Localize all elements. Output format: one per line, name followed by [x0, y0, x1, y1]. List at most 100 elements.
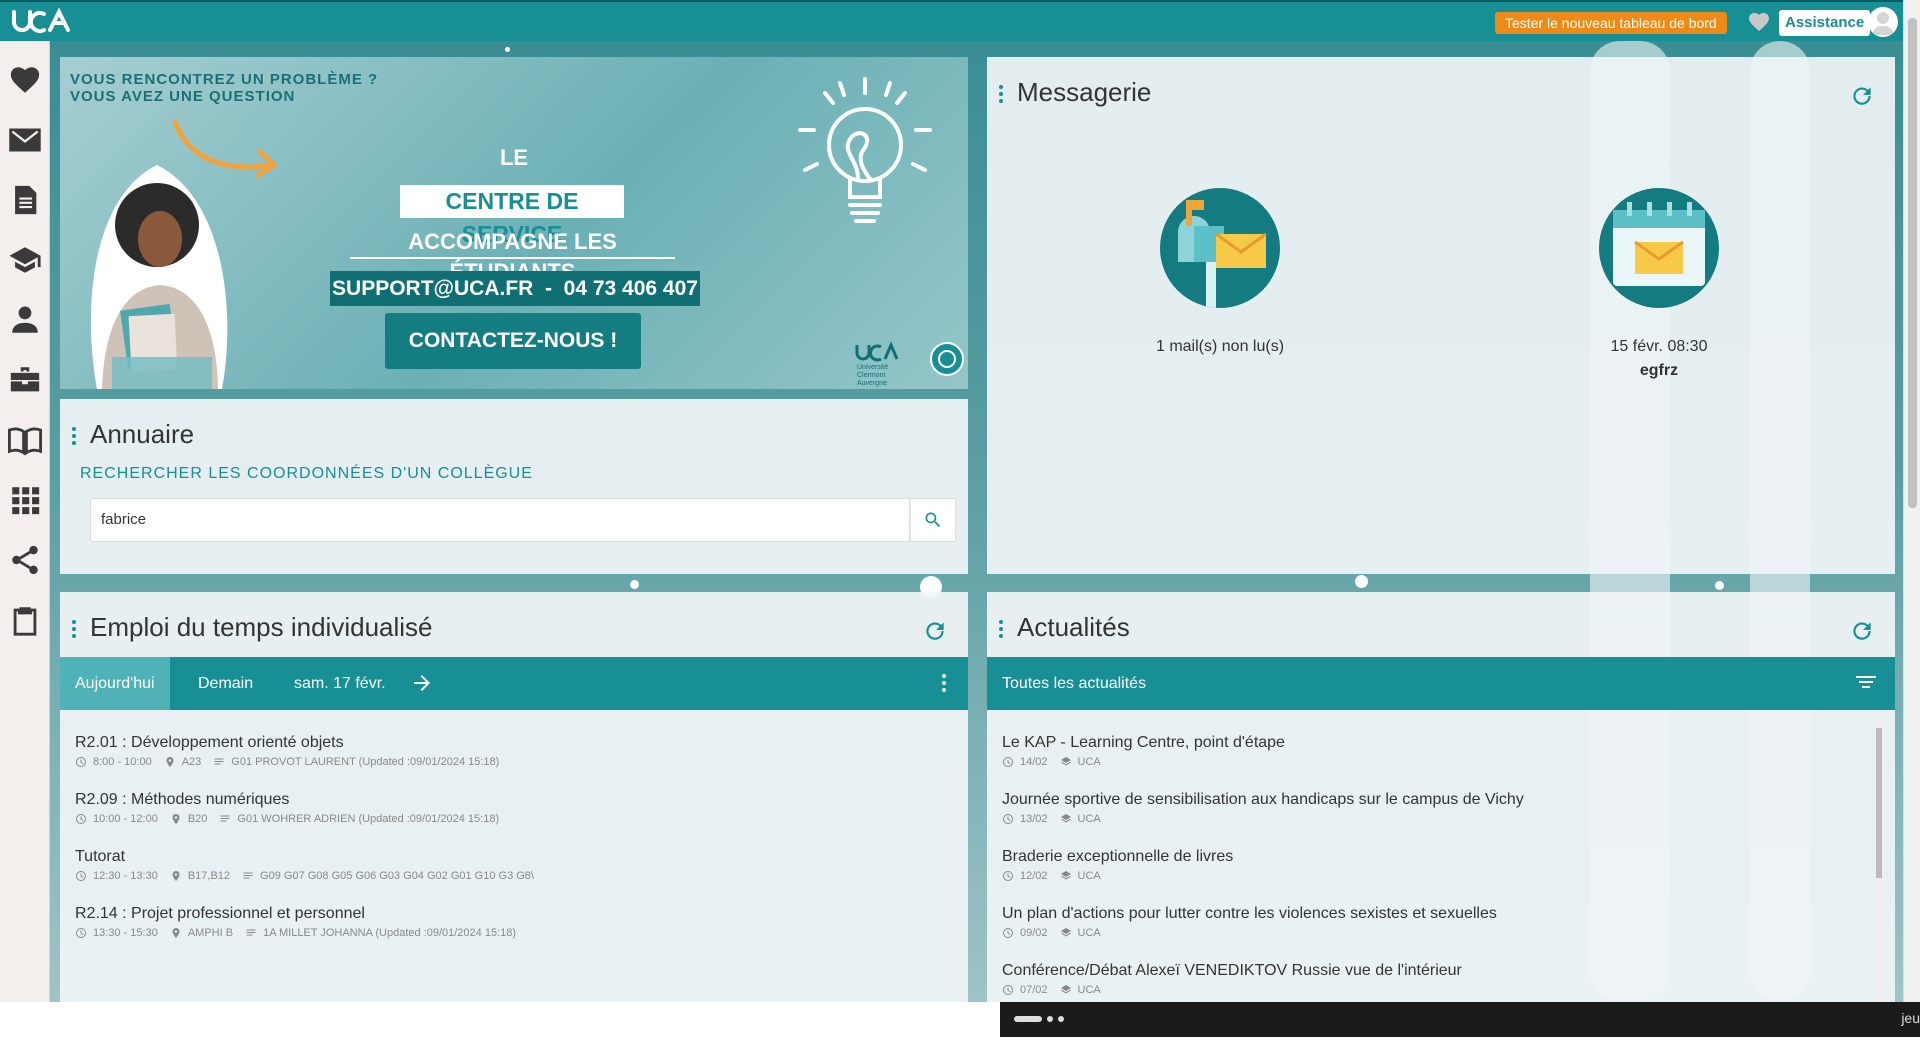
dashboard-main: VOUS RENCONTREZ UN PROBLÈME ? VOUS AVEZ …: [50, 41, 1903, 1002]
briefcase-icon[interactable]: [7, 362, 43, 398]
schedule-event[interactable]: R2.09 : Méthodes numériques 10:00 - 12:0…: [75, 791, 955, 825]
clock-icon: [75, 756, 87, 768]
lightbulb-illustration: [798, 77, 932, 223]
news-item[interactable]: Conférence/Débat Alexeï VENEDIKTOV Russi…: [1002, 962, 1882, 996]
notes-icon: [242, 870, 254, 882]
news-source: UCA: [1077, 756, 1101, 768]
schedule-event[interactable]: R2.14 : Projet professionnel et personne…: [75, 905, 955, 939]
top-bar: Tester le nouveau tableau de bord Assist…: [0, 0, 1903, 41]
news-item[interactable]: Braderie exceptionnelle de livres 12/02 …: [1002, 848, 1882, 882]
news-title: Un plan d'actions pour lutter contre les…: [1002, 905, 1497, 922]
drag-handle-icon[interactable]: [999, 620, 1005, 638]
next-event-name[interactable]: egfrz: [1529, 362, 1789, 380]
location-pin-icon: [164, 756, 176, 768]
notes-icon: [219, 813, 231, 825]
drag-handle-icon[interactable]: [999, 85, 1005, 103]
search-icon: [925, 512, 941, 528]
tab-tomorrow[interactable]: Demain: [183, 657, 268, 710]
news-source: UCA: [1077, 870, 1101, 882]
location-pin-icon: [170, 813, 182, 825]
clock-icon: [75, 813, 87, 825]
clipboard-icon[interactable]: [7, 602, 43, 638]
favorites-heart-icon[interactable]: [1746, 10, 1772, 34]
drag-handle-icon[interactable]: [72, 620, 78, 638]
event-info: 1A MILLET JOHANNA (Updated :09/01/2024 1…: [263, 927, 517, 939]
banner-support-contact: SUPPORT@UCA.FR - 04 73 406 407: [330, 271, 700, 306]
carousel-indicator[interactable]: [1014, 1016, 1074, 1024]
mail-icon[interactable]: [7, 122, 43, 158]
filter-icon[interactable]: [1855, 673, 1877, 693]
news-title: Le KAP - Learning Centre, point d'étape: [1002, 734, 1285, 751]
emploi-du-temps-panel: Emploi du temps individualisé Aujourd'hu…: [60, 592, 968, 1002]
calendar-icon[interactable]: [1599, 188, 1719, 308]
event-time: 13:30 - 15:30: [93, 927, 158, 939]
news-title: Journée sportive de sensibilisation aux …: [1002, 791, 1524, 808]
uca-footer-logos: Université Clermont Auvergne: [855, 341, 964, 387]
event-room: A23: [181, 756, 202, 768]
clock-icon: [1002, 756, 1014, 768]
user-icon[interactable]: [7, 302, 43, 338]
banner-centre-title: CENTRE DE SERVICE: [400, 185, 624, 247]
schedule-event[interactable]: R2.01 : Développement orienté objets 8:0…: [75, 734, 955, 768]
graduation-cap-icon[interactable]: [7, 242, 43, 278]
user-avatar[interactable]: [1868, 7, 1898, 37]
apps-grid-icon[interactable]: [7, 482, 43, 518]
refresh-icon[interactable]: [1849, 83, 1875, 109]
event-info: G09 G07 G08 G05 G06 G03 G04 G02 G01 G10 …: [260, 870, 534, 882]
news-item[interactable]: Journée sportive de sensibilisation aux …: [1002, 791, 1882, 825]
try-new-dashboard-button[interactable]: Tester le nouveau tableau de bord: [1495, 12, 1727, 34]
snowflake: [630, 580, 639, 589]
carousel-text: jeu: [1901, 1010, 1920, 1026]
clock-icon: [75, 870, 87, 882]
refresh-icon[interactable]: [922, 618, 948, 644]
heart-icon[interactable]: [7, 62, 43, 98]
news-date: 09/02: [1020, 927, 1048, 939]
clock-icon: [75, 927, 87, 939]
snowflake: [505, 47, 510, 52]
service-centre-banner[interactable]: VOUS RENCONTREZ UN PROBLÈME ? VOUS AVEZ …: [60, 57, 968, 389]
book-icon[interactable]: [7, 422, 43, 458]
news-item[interactable]: Un plan d'actions pour lutter contre les…: [1002, 905, 1882, 939]
next-day-arrow-icon[interactable]: [410, 671, 434, 695]
event-title: R2.01 : Développement orienté objets: [75, 734, 344, 751]
news-item[interactable]: Le KAP - Learning Centre, point d'étape …: [1002, 734, 1882, 768]
tab-today[interactable]: Aujourd'hui: [60, 657, 170, 710]
event-info: G01 PROVOT LAURENT (Updated :09/01/2024 …: [231, 756, 500, 768]
notes-icon: [213, 756, 225, 768]
annuaire-subtitle: RECHERCHER LES COORDONNÉES D'UN COLLÈGUE: [80, 465, 533, 482]
news-date: 12/02: [1020, 870, 1048, 882]
snowflake: [1355, 575, 1368, 588]
news-date: 07/02: [1020, 984, 1048, 996]
logo-text-auvergne: Auvergne: [857, 380, 887, 387]
contact-us-button[interactable]: CONTACTEZ-NOUS !: [385, 313, 641, 369]
assistance-button[interactable]: Assistance: [1779, 10, 1871, 36]
location-pin-icon: [170, 870, 182, 882]
news-date: 13/02: [1020, 813, 1048, 825]
all-news-filter[interactable]: Toutes les actualités: [987, 657, 1161, 710]
news-scrollbar[interactable]: [1875, 720, 1883, 1002]
logo-text-universite: Université: [857, 364, 888, 371]
drag-handle-icon[interactable]: [72, 427, 78, 445]
news-source: UCA: [1077, 984, 1101, 996]
document-icon[interactable]: [7, 182, 43, 218]
messagerie-title: Messagerie: [1017, 77, 1152, 107]
annuaire-title: Annuaire: [90, 419, 195, 449]
mailbox-icon[interactable]: [1160, 188, 1280, 308]
unread-mail-count[interactable]: 1 mail(s) non lu(s): [1090, 338, 1350, 356]
refresh-icon[interactable]: [1849, 618, 1875, 644]
tab-saturday[interactable]: sam. 17 févr.: [279, 657, 401, 710]
event-time: 8:00 - 10:00: [93, 756, 152, 768]
page-scrollbar[interactable]: [1903, 0, 1920, 1002]
clock-icon: [1002, 813, 1014, 825]
share-icon[interactable]: [7, 542, 43, 578]
news-date: 14/02: [1020, 756, 1048, 768]
search-button[interactable]: [910, 498, 956, 542]
event-title: R2.09 : Méthodes numériques: [75, 791, 290, 808]
event-room: B17,B12: [187, 870, 231, 882]
schedule-event[interactable]: Tutorat 12:30 - 13:30 B17,B12 G09 G07 G0…: [75, 848, 955, 882]
news-title: Conférence/Débat Alexeï VENEDIKTOV Russi…: [1002, 962, 1462, 979]
uca-logo[interactable]: [10, 6, 80, 36]
event-time: 12:30 - 13:30: [93, 870, 158, 882]
more-options-icon[interactable]: [942, 672, 948, 694]
directory-search-input[interactable]: fabrice: [90, 498, 910, 542]
